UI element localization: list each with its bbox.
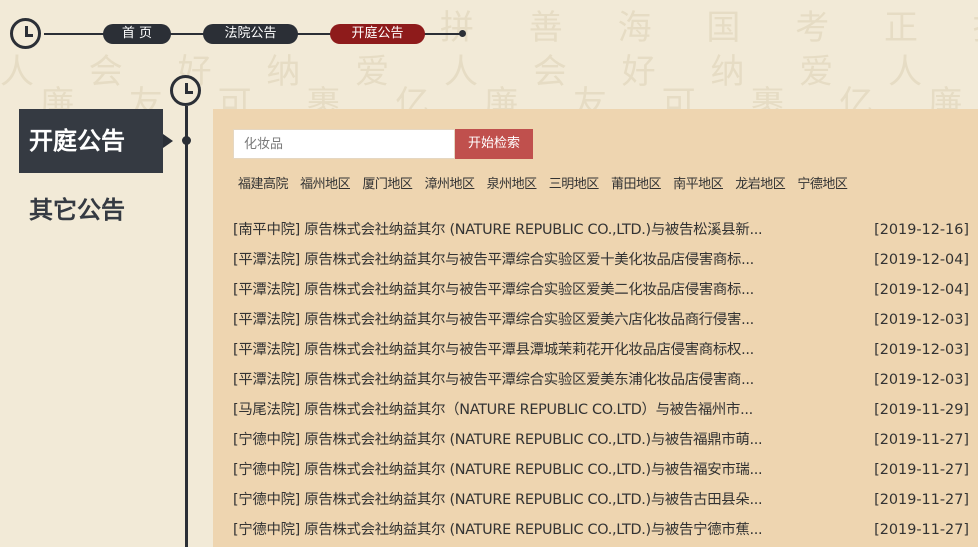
- region-link[interactable]: 福州地区: [300, 177, 351, 192]
- list-item[interactable]: [平潭法院] 原告株式会社纳益其尔与被告平潭综合实验区爱十美化妆品店侵害商标..…: [233, 245, 973, 275]
- announcement-date: [2019-11-27]: [874, 492, 969, 508]
- clock-icon: [170, 75, 201, 106]
- list-item[interactable]: [平潭法院] 原告株式会社纳益其尔与被告平潭综合实验区爱美二化妆品店侵害商标..…: [233, 275, 973, 305]
- announcement-list: [南平中院] 原告株式会社纳益其尔 (NATURE REPUBLIC CO.,L…: [233, 215, 973, 545]
- breadcrumb-home[interactable]: 首 页: [103, 24, 171, 44]
- announcement-title[interactable]: [马尾法院] 原告株式会社纳益其尔（NATURE REPUBLIC CO.LTD…: [233, 395, 829, 425]
- announcement-title[interactable]: [平潭法院] 原告株式会社纳益其尔与被告平潭综合实验区爱十美化妆品店侵害商标..…: [233, 245, 829, 275]
- announcement-title[interactable]: [平潭法院] 原告株式会社纳益其尔与被告平潭综合实验区爱美东浦化妆品店侵害商..…: [233, 365, 829, 395]
- region-link[interactable]: 福建高院: [238, 177, 289, 192]
- region-link[interactable]: 龙岩地区: [735, 177, 786, 192]
- breadcrumb-timeline-end-dot: [459, 30, 466, 37]
- region-link[interactable]: 三明地区: [549, 177, 600, 192]
- announcement-title[interactable]: [宁德中院] 原告株式会社纳益其尔 (NATURE REPUBLIC CO.,L…: [233, 455, 829, 485]
- sidebar-item-other-announcements[interactable]: 其它公告: [29, 193, 125, 227]
- list-item[interactable]: [平潭法院] 原告株式会社纳益其尔与被告平潭县潭城茉莉花开化妆品店侵害商标权..…: [233, 335, 973, 365]
- list-item[interactable]: [南平中院] 原告株式会社纳益其尔 (NATURE REPUBLIC CO.,L…: [233, 215, 973, 245]
- region-link[interactable]: 漳州地区: [424, 177, 475, 192]
- timeline-dot-icon: [182, 136, 191, 145]
- region-link[interactable]: 宁德地区: [797, 177, 848, 192]
- search-button[interactable]: 开始检索: [455, 129, 533, 159]
- announcement-title[interactable]: [平潭法院] 原告株式会社纳益其尔与被告平潭综合实验区爱美二化妆品店侵害商标..…: [233, 275, 829, 305]
- announcement-date: [2019-12-03]: [874, 372, 969, 388]
- list-item[interactable]: [平潭法院] 原告株式会社纳益其尔与被告平潭综合实验区爱美六店化妆品商行侵害..…: [233, 305, 973, 335]
- announcement-date: [2019-12-04]: [874, 252, 969, 268]
- list-item[interactable]: [宁德中院] 原告株式会社纳益其尔 (NATURE REPUBLIC CO.,L…: [233, 425, 973, 455]
- breadcrumb-court-announcements[interactable]: 法院公告: [203, 24, 298, 44]
- announcement-date: [2019-11-27]: [874, 522, 969, 538]
- announcement-panel: 开始检索 福建高院 福州地区 厦门地区 漳州地区 泉州地区 三明地区 莆田地区 …: [213, 109, 978, 547]
- announcement-date: [2019-12-03]: [874, 312, 969, 328]
- announcement-title[interactable]: [宁德中院] 原告株式会社纳益其尔 (NATURE REPUBLIC CO.,L…: [233, 485, 829, 515]
- region-link[interactable]: 南平地区: [673, 177, 724, 192]
- announcement-date: [2019-11-27]: [874, 462, 969, 478]
- announcement-title[interactable]: [宁德中院] 原告株式会社纳益其尔 (NATURE REPUBLIC CO.,L…: [233, 515, 829, 545]
- sidebar-item-hearing-announcements[interactable]: 开庭公告: [19, 109, 163, 173]
- announcement-date: [2019-12-04]: [874, 282, 969, 298]
- clock-icon: [10, 18, 41, 49]
- announcement-title[interactable]: [平潭法院] 原告株式会社纳益其尔与被告平潭综合实验区爱美六店化妆品商行侵害..…: [233, 305, 829, 335]
- region-link[interactable]: 泉州地区: [487, 177, 538, 192]
- sidebar-timeline-line: [185, 106, 188, 547]
- announcement-date: [2019-11-27]: [874, 432, 969, 448]
- list-item[interactable]: [宁德中院] 原告株式会社纳益其尔 (NATURE REPUBLIC CO.,L…: [233, 515, 973, 545]
- announcement-date: [2019-11-29]: [874, 402, 969, 418]
- list-item[interactable]: [宁德中院] 原告株式会社纳益其尔 (NATURE REPUBLIC CO.,L…: [233, 455, 973, 485]
- region-link[interactable]: 莆田地区: [611, 177, 662, 192]
- list-item[interactable]: [马尾法院] 原告株式会社纳益其尔（NATURE REPUBLIC CO.LTD…: [233, 395, 973, 425]
- announcement-title[interactable]: [宁德中院] 原告株式会社纳益其尔 (NATURE REPUBLIC CO.,L…: [233, 425, 829, 455]
- region-link[interactable]: 厦门地区: [362, 177, 413, 192]
- search-input[interactable]: [233, 129, 455, 159]
- announcement-title[interactable]: [平潭法院] 原告株式会社纳益其尔与被告平潭县潭城茉莉花开化妆品店侵害商标权..…: [233, 335, 829, 365]
- announcement-date: [2019-12-16]: [874, 222, 969, 238]
- announcement-title[interactable]: [南平中院] 原告株式会社纳益其尔 (NATURE REPUBLIC CO.,L…: [233, 215, 829, 245]
- breadcrumb-hearing-announcements[interactable]: 开庭公告: [330, 24, 425, 44]
- active-pointer-icon: [163, 134, 173, 148]
- announcement-date: [2019-12-03]: [874, 342, 969, 358]
- list-item[interactable]: [宁德中院] 原告株式会社纳益其尔 (NATURE REPUBLIC CO.,L…: [233, 485, 973, 515]
- region-filter: 福建高院 福州地区 厦门地区 漳州地区 泉州地区 三明地区 莆田地区 南平地区 …: [238, 173, 855, 193]
- list-item[interactable]: [平潭法院] 原告株式会社纳益其尔与被告平潭综合实验区爱美东浦化妆品店侵害商..…: [233, 365, 973, 395]
